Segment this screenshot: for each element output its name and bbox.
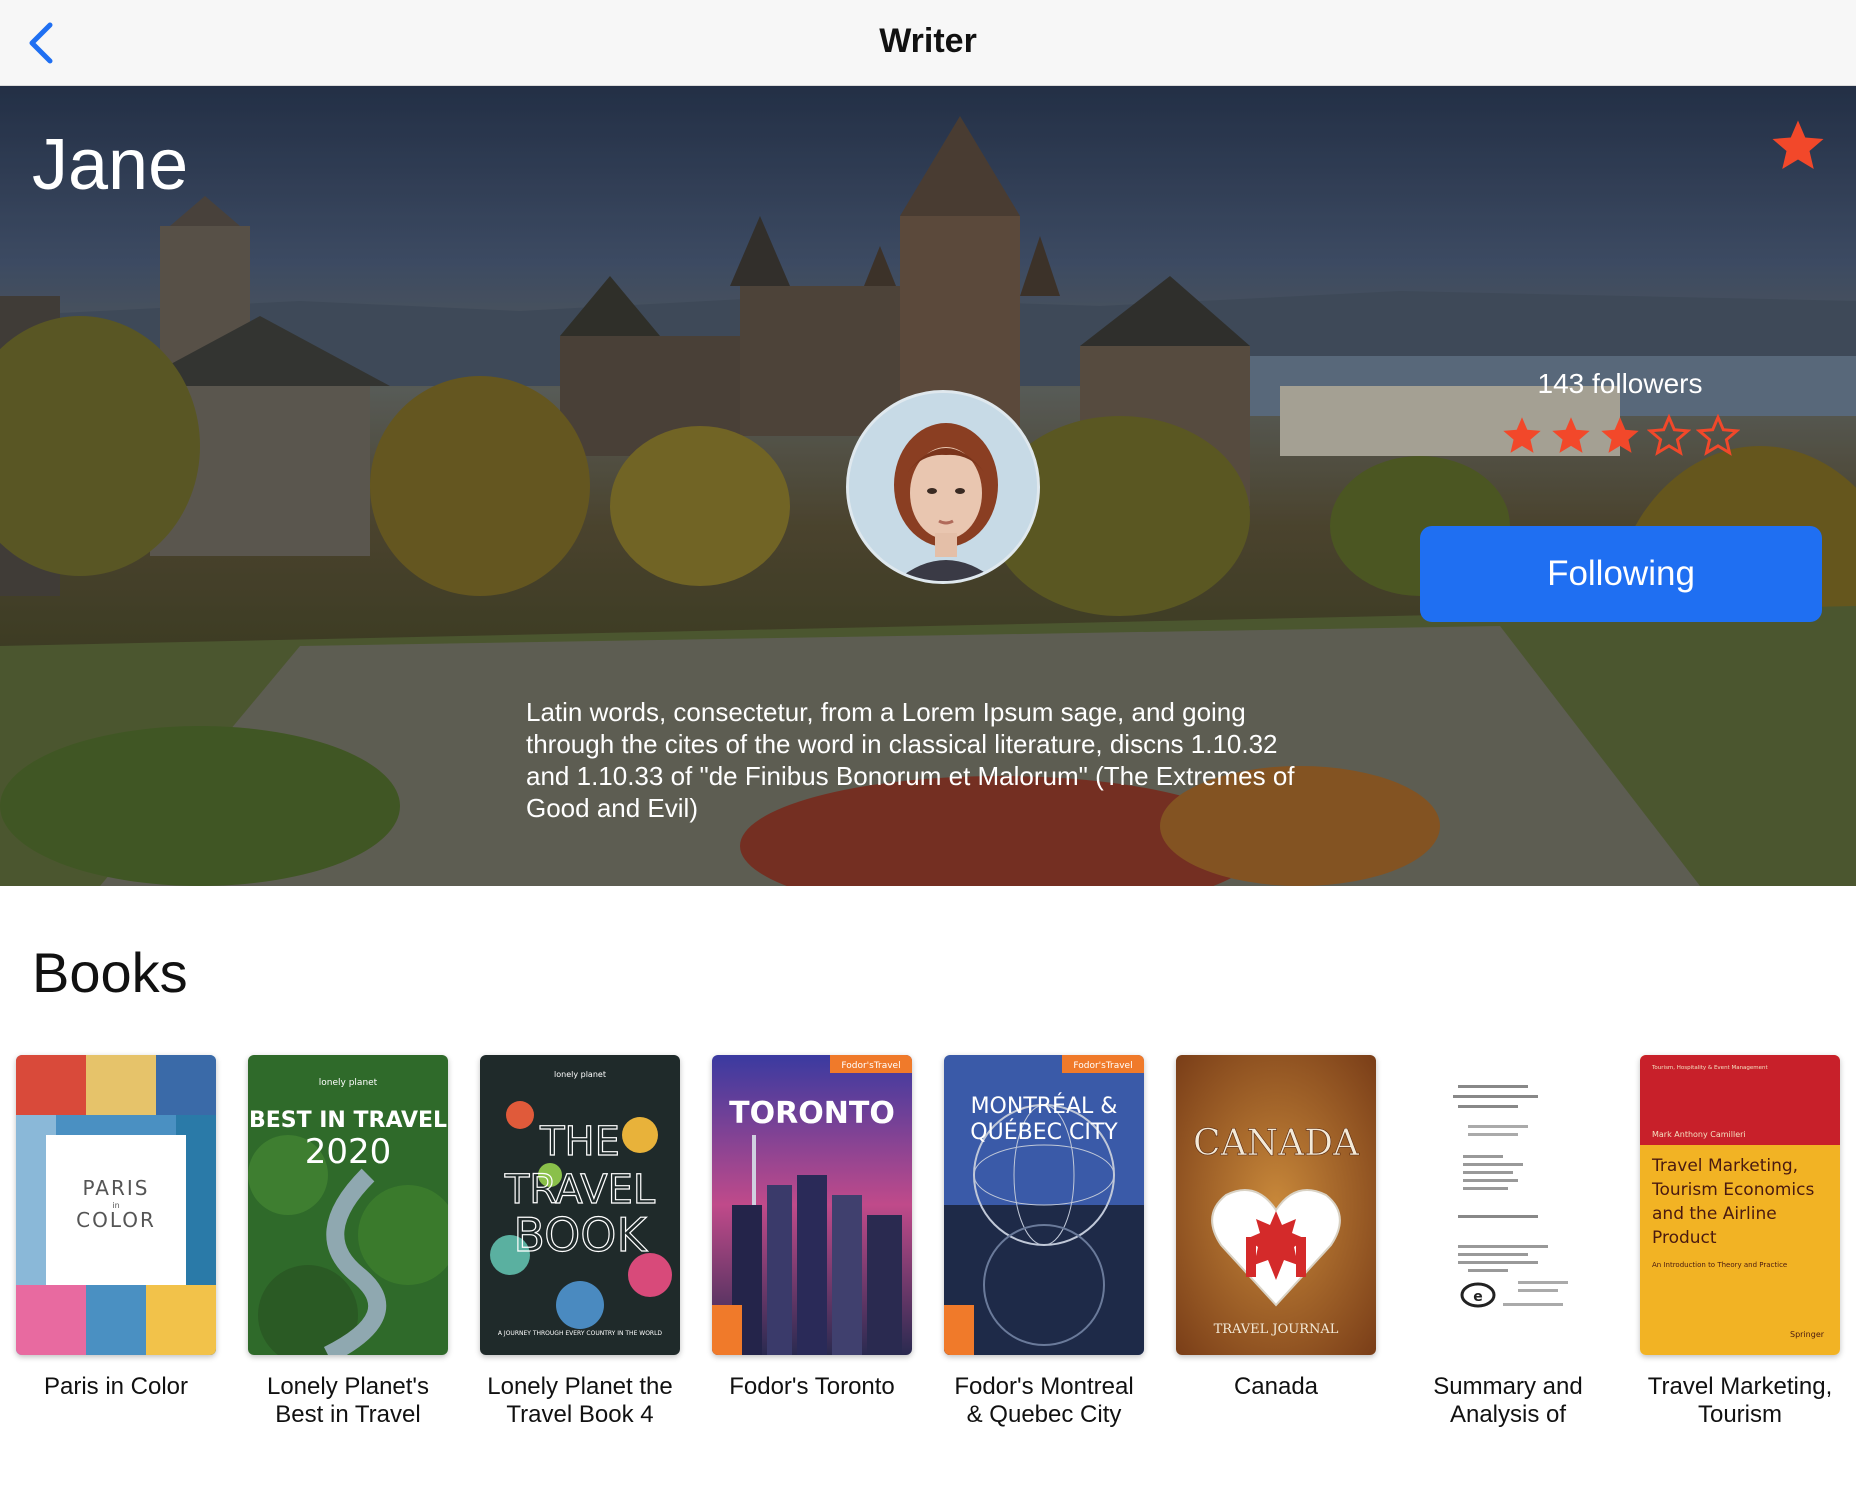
star-filled-icon: [1601, 417, 1639, 453]
book-title: Canada: [1233, 1373, 1319, 1400]
book-cover-art: lonely planet BEST IN TRAVEL 2020: [248, 1055, 448, 1355]
cover-text: Fodor'sTravel: [1073, 1061, 1132, 1071]
cover-text: 2020: [305, 1132, 392, 1172]
book-item[interactable]: PARIS in COLOR Paris in Color: [16, 1055, 216, 1429]
book-title: Lonely Planet's Best in Travel: [266, 1373, 430, 1428]
book-cover: CANADA TRAVEL JOURNAL: [1176, 1055, 1376, 1355]
svg-text:e: e: [1473, 1289, 1483, 1305]
cover-text: THE: [539, 1119, 620, 1165]
favorite-star-icon[interactable]: [1768, 116, 1828, 176]
book-item[interactable]: lonely planet THE TRAVEL BOOK A JOURNEY …: [480, 1055, 680, 1429]
cover-text: MONTRÉAL &: [971, 1093, 1118, 1119]
writer-header: Jane 143 followers Following Latin words…: [0, 86, 1856, 886]
book-cover: lonely planet THE TRAVEL BOOK A JOURNEY …: [480, 1055, 680, 1355]
cover-text: BOOK: [513, 1208, 648, 1262]
cover-text: Fodor'sTravel: [841, 1061, 900, 1071]
book-cover-art: Fodor'sTravel MONTRÉAL & QUÉBEC CITY: [944, 1055, 1144, 1355]
page-title: Writer: [879, 22, 977, 60]
cover-text: QUÉBEC CITY: [970, 1119, 1118, 1145]
book-item[interactable]: Fodor'sTravel TORONTO Fodor's Toronto: [712, 1055, 912, 1429]
book-title: Fodor's Montreal & Quebec City: [954, 1373, 1134, 1428]
book-cover: Fodor'sTravel MONTRÉAL & QUÉBEC CITY: [944, 1055, 1144, 1355]
book-cover: Tourism, Hospitality & Event Management …: [1640, 1055, 1840, 1355]
book-title: Travel Marketing, Tourism: [1647, 1373, 1833, 1428]
cover-text: Tourism Economics: [1651, 1180, 1814, 1200]
followers-count: 143 followers: [1537, 368, 1703, 399]
cover-text: Mark Anthony Camilleri: [1652, 1130, 1746, 1139]
cover-text: Tourism, Hospitality & Event Management: [1651, 1065, 1769, 1071]
book-item[interactable]: Fodor'sTravel MONTRÉAL & QUÉBEC CITY Fod…: [944, 1055, 1144, 1429]
star-outline-icon: [1647, 414, 1691, 456]
book-cover: e: [1408, 1055, 1608, 1355]
cover-text: Product: [1652, 1228, 1717, 1248]
navigation-bar: Writer: [0, 0, 1856, 86]
cover-text: TORONTO: [729, 1096, 895, 1131]
book-cover-art: CANADA TRAVEL JOURNAL: [1176, 1055, 1376, 1355]
cover-text: BEST IN TRAVEL: [249, 1108, 447, 1133]
book-cover-art: lonely planet THE TRAVEL BOOK A JOURNEY …: [480, 1055, 680, 1355]
cover-text: lonely planet: [554, 1070, 606, 1079]
book-cover-art: Tourism, Hospitality & Event Management …: [1640, 1055, 1840, 1355]
cover-text: lonely planet: [319, 1078, 378, 1088]
book-title: Paris in Color: [43, 1373, 189, 1400]
book-cover-art: e: [1408, 1055, 1608, 1355]
book-item[interactable]: e Summary and Analysis of: [1408, 1055, 1608, 1429]
cover-text: TRAVEL: [504, 1167, 656, 1213]
book-item[interactable]: CANADA TRAVEL JOURNAL Canada: [1176, 1055, 1376, 1429]
cover-text: PARIS: [83, 1176, 150, 1200]
cover-text: COLOR: [76, 1208, 156, 1232]
book-title: Fodor's Toronto: [729, 1373, 895, 1400]
avatar: [846, 390, 1040, 584]
star-rating: [1500, 414, 1740, 466]
cover-text: Springer: [1790, 1330, 1825, 1339]
star-outline-icon: [1696, 414, 1740, 456]
cover-text: CANADA: [1193, 1123, 1360, 1164]
book-title: Summary and Analysis of: [1433, 1373, 1583, 1428]
cover-text: and the Airline: [1652, 1204, 1777, 1224]
book-cover-art: Fodor'sTravel TORONTO: [712, 1055, 912, 1355]
avatar-image: [849, 393, 1037, 581]
book-item[interactable]: Tourism, Hospitality & Event Management …: [1640, 1055, 1840, 1429]
book-cover: PARIS in COLOR: [16, 1055, 216, 1355]
book-cover: lonely planet BEST IN TRAVEL 2020: [248, 1055, 448, 1355]
cover-text: A JOURNEY THROUGH EVERY COUNTRY IN THE W…: [498, 1330, 663, 1337]
cover-text: Travel Marketing,: [1651, 1156, 1798, 1176]
writer-bio: Latin words, consectetur, from a Lorem I…: [526, 697, 1295, 823]
book-title: Lonely Planet the Travel Book 4: [487, 1373, 673, 1428]
book-cover-art: PARIS in COLOR: [16, 1055, 216, 1355]
book-item[interactable]: lonely planet BEST IN TRAVEL 2020 Lonely…: [248, 1055, 448, 1429]
books-section-title: Books: [32, 941, 188, 1004]
writer-name: Jane: [32, 125, 189, 205]
books-carousel[interactable]: PARIS in COLOR Paris in Color lonely pla…: [0, 1055, 1856, 1455]
star-filled-icon: [1552, 417, 1590, 453]
following-button[interactable]: Following: [1420, 526, 1822, 622]
book-cover: Fodor'sTravel TORONTO: [712, 1055, 912, 1355]
cover-text: TRAVEL JOURNAL: [1214, 1322, 1339, 1337]
star-filled-icon: [1503, 417, 1541, 453]
cover-text: An Introduction to Theory and Practice: [1652, 1261, 1787, 1269]
